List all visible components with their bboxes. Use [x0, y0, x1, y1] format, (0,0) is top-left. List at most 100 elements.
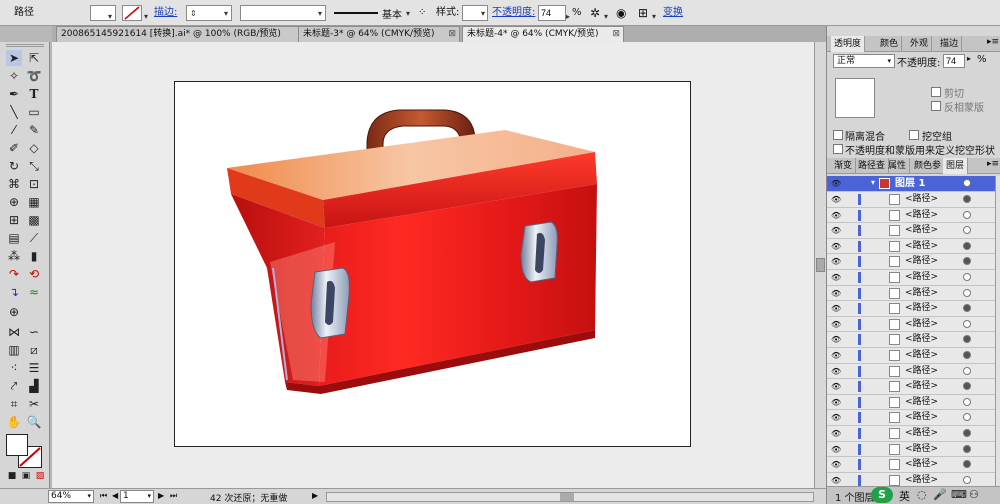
- visibility-eye-icon[interactable]: 👁: [831, 226, 841, 235]
- target-icon[interactable]: [963, 351, 971, 359]
- visibility-eye-icon[interactable]: 👁: [831, 242, 841, 251]
- visibility-eye-icon[interactable]: 👁: [831, 382, 841, 391]
- layer-item-row[interactable]: 👁 <路径>: [827, 207, 995, 224]
- visibility-eye-icon[interactable]: 👁: [831, 179, 841, 188]
- visibility-eye-icon[interactable]: 👁: [831, 320, 841, 329]
- panel-opacity-dropdown-icon[interactable]: ▸: [967, 54, 971, 63]
- target-icon[interactable]: [963, 210, 971, 219]
- visibility-eye-icon[interactable]: 👁: [831, 367, 841, 376]
- stroke-swatch[interactable]: [122, 5, 142, 21]
- eyedropper-2-tool-icon[interactable]: ⤤: [6, 378, 22, 394]
- isolate-icon[interactable]: ◉: [616, 6, 626, 20]
- column-graph-tool-icon[interactable]: ↴: [6, 284, 22, 300]
- visibility-eye-icon[interactable]: 👁: [831, 445, 841, 454]
- path-name[interactable]: <路径>: [905, 379, 938, 394]
- eyedropper-tool-icon[interactable]: ⟋: [26, 230, 42, 246]
- crosshair-tool-icon[interactable]: ⊕: [6, 304, 22, 320]
- path-name[interactable]: <路径>: [905, 223, 938, 238]
- visibility-eye-icon[interactable]: 👁: [831, 195, 841, 204]
- selection-tool-icon[interactable]: ➤: [6, 50, 22, 66]
- graphic-style-swatch[interactable]: ▾: [462, 5, 488, 21]
- layer-item-row[interactable]: 👁 <路径>: [827, 301, 995, 317]
- visibility-eye-icon[interactable]: 👁: [831, 273, 841, 282]
- vertical-scrollbar[interactable]: [814, 42, 826, 488]
- tab-color-guide[interactable]: 颜色参: [911, 158, 946, 174]
- tab-appearance[interactable]: 外观: [907, 36, 933, 52]
- tab-doc-2[interactable]: 未标题-3* @ 64% (CMYK/预览) ⊠: [298, 26, 460, 42]
- visibility-eye-icon[interactable]: 👁: [831, 335, 841, 344]
- visibility-eye-icon[interactable]: 👁: [831, 413, 841, 422]
- layers-menu-icon[interactable]: ▸≡: [987, 159, 999, 169]
- target-icon[interactable]: [963, 444, 971, 453]
- layer-item-row[interactable]: 👁 <路径>: [827, 394, 995, 411]
- path-name[interactable]: <路径>: [905, 208, 938, 223]
- spray-tool-icon[interactable]: ⁖: [6, 360, 22, 376]
- ime-mode[interactable]: 英: [899, 488, 910, 504]
- artboard[interactable]: [174, 81, 691, 447]
- layer-item-row[interactable]: 👁 <路径>: [827, 192, 995, 208]
- target-icon[interactable]: [963, 460, 971, 469]
- layer-item-row[interactable]: 👁 <路径>: [827, 457, 995, 473]
- eraser-tool-icon[interactable]: ◇: [26, 140, 42, 156]
- tab-gradient[interactable]: 渐变: [831, 158, 857, 174]
- artboard-tool-icon[interactable]: ⋈: [6, 324, 22, 340]
- crop-tool-icon[interactable]: ⌗: [6, 396, 22, 412]
- layer-item-row[interactable]: 👁 <路径>: [827, 363, 995, 380]
- page-field[interactable]: 1 ▾: [120, 490, 154, 503]
- isolate-blending-checkbox[interactable]: [833, 130, 843, 140]
- target-icon[interactable]: [963, 273, 971, 281]
- next-page-icon[interactable]: ▶: [158, 491, 164, 500]
- layer-item-row[interactable]: 👁 <路径>: [827, 254, 995, 270]
- first-page-icon[interactable]: ⏮: [100, 491, 107, 501]
- live-paint-tool-icon[interactable]: ▦: [26, 194, 42, 210]
- transform-link[interactable]: 变换: [663, 0, 683, 26]
- target-icon[interactable]: [963, 397, 971, 406]
- brush-definition[interactable]: 基本 ▾: [334, 6, 414, 21]
- scale-tool-icon[interactable]: ⤡: [26, 158, 42, 174]
- visibility-eye-icon[interactable]: 👁: [831, 289, 841, 298]
- chart-tool-icon[interactable]: ▥: [6, 342, 22, 358]
- target-icon[interactable]: [963, 179, 971, 187]
- clip-checkbox[interactable]: [931, 87, 941, 97]
- opacity-label[interactable]: 不透明度:: [492, 0, 535, 26]
- fill-swatch[interactable]: [90, 5, 116, 21]
- symbol-sprayer-tool-icon[interactable]: ⟲: [26, 266, 42, 282]
- blend-mode-select[interactable]: 正常 ▾: [833, 54, 895, 68]
- visibility-eye-icon[interactable]: 👁: [831, 460, 841, 469]
- pen-tool-icon[interactable]: ✒: [6, 86, 22, 102]
- path-name[interactable]: <路径>: [905, 395, 938, 410]
- zoom-field[interactable]: 64% ▾: [48, 490, 94, 503]
- layer-item-row[interactable]: 👁 <路径>: [827, 316, 995, 333]
- invert-mask-checkbox[interactable]: [931, 101, 941, 111]
- fill-swatch[interactable]: [6, 434, 28, 456]
- recolor-icon[interactable]: ✲: [590, 6, 600, 20]
- stroke-weight-field[interactable]: ⇕ ▾: [186, 5, 232, 21]
- horizontal-scrollbar[interactable]: [326, 492, 814, 502]
- path-name[interactable]: <路径>: [905, 426, 938, 441]
- path-name[interactable]: <路径>: [905, 332, 938, 347]
- path-name[interactable]: <路径>: [905, 348, 938, 363]
- target-icon[interactable]: [963, 241, 971, 250]
- last-page-icon[interactable]: ⏭: [170, 491, 177, 501]
- path-name[interactable]: <路径>: [905, 410, 938, 425]
- line-tool-icon[interactable]: ╲: [6, 104, 22, 120]
- ime-mic-icon[interactable]: 🎤: [933, 488, 947, 501]
- tab-attributes[interactable]: 属性: [885, 158, 911, 174]
- canvas-area[interactable]: [52, 42, 814, 488]
- path-name[interactable]: <路径>: [905, 286, 938, 301]
- stroke-dropdown-icon[interactable]: ▾: [144, 9, 148, 25]
- path-name[interactable]: <路径>: [905, 457, 938, 472]
- blob-brush-tool-icon[interactable]: ✐: [6, 140, 22, 156]
- ime-user-icon[interactable]: ⚇: [969, 488, 979, 501]
- lasso-tool-icon[interactable]: ➰: [26, 68, 42, 84]
- target-icon[interactable]: [963, 195, 971, 203]
- layers-scrollbar[interactable]: [995, 176, 1000, 486]
- layer-item-row[interactable]: 👁 <路径>: [827, 223, 995, 239]
- layer-item-row[interactable]: 👁 <路径>: [827, 270, 995, 286]
- panel-opacity-input[interactable]: [943, 54, 965, 68]
- opacity-input[interactable]: [538, 5, 566, 21]
- mesh-tool-icon[interactable]: ▩: [26, 212, 42, 228]
- scissors-tool-icon[interactable]: ✂: [26, 396, 42, 412]
- layer-item-row[interactable]: 👁 <路径>: [827, 441, 995, 458]
- perspective-grid-tool-icon[interactable]: ⊞: [6, 212, 22, 228]
